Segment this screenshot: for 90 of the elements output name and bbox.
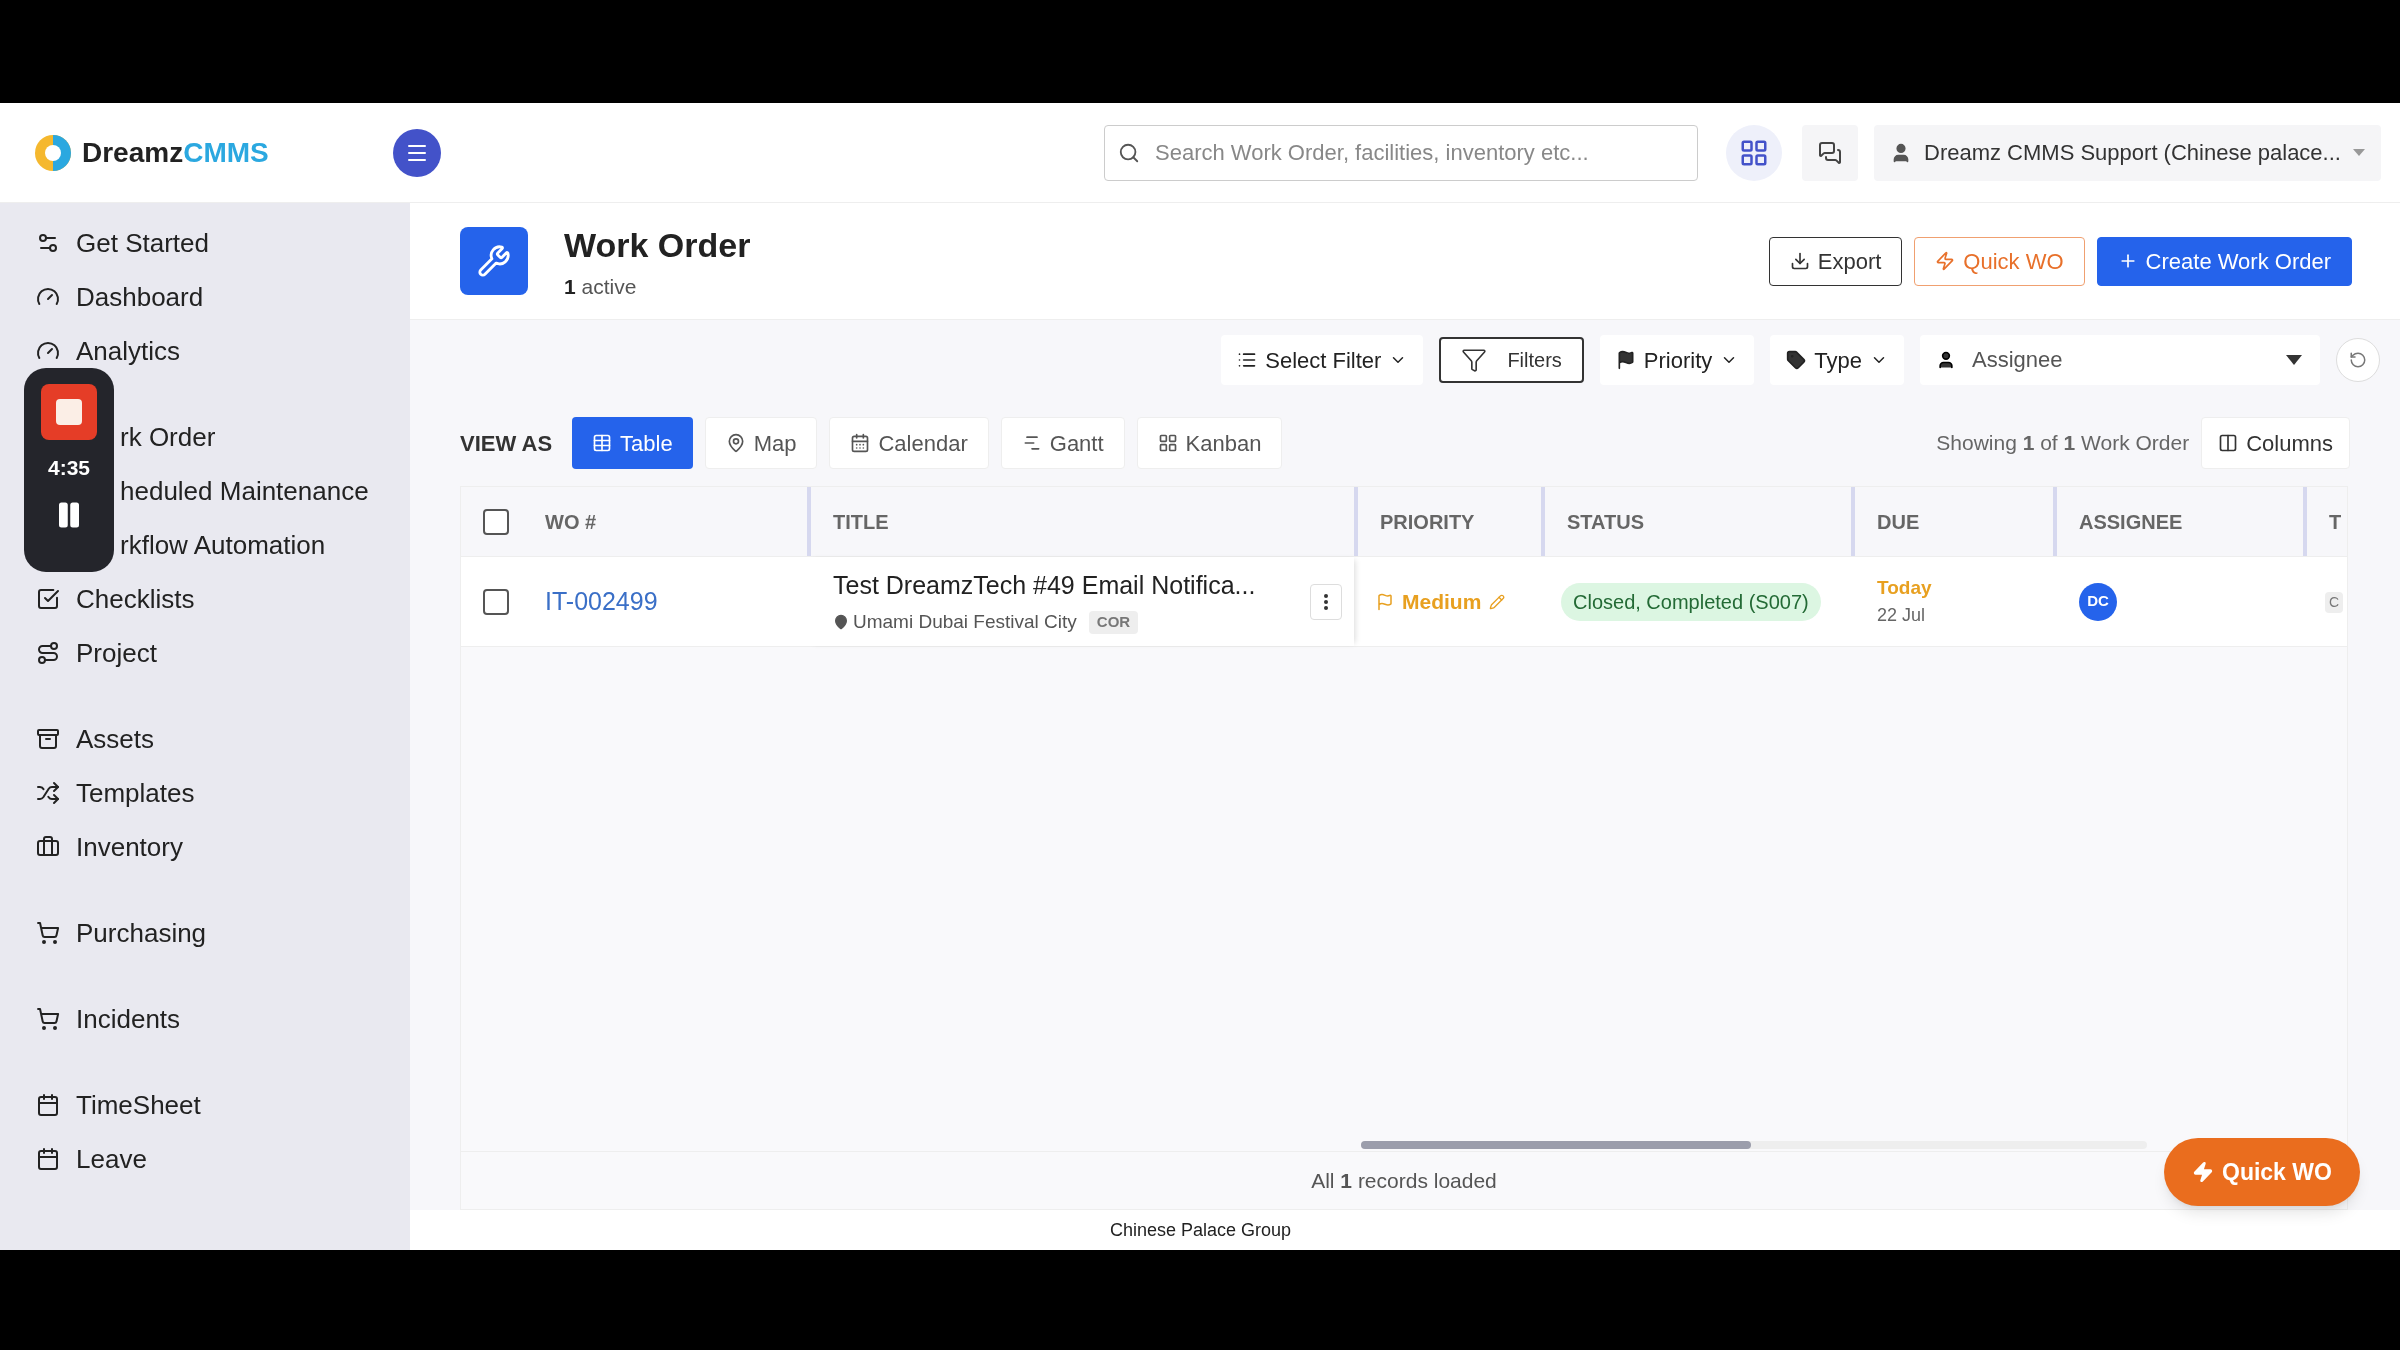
sidebar-item[interactable]: Analytics bbox=[36, 334, 181, 368]
assignee-dropdown[interactable]: Assignee bbox=[1920, 335, 2320, 385]
flag-icon bbox=[1376, 592, 1394, 611]
cart-icon bbox=[36, 1007, 60, 1031]
chat-icon bbox=[1818, 140, 1842, 165]
calendar-icon bbox=[850, 433, 871, 453]
lightning-icon bbox=[1935, 251, 1956, 271]
view-tab[interactable]: Gantt bbox=[1000, 417, 1125, 469]
company-name: Chinese Palace Group bbox=[1110, 1218, 1292, 1242]
caret-icon bbox=[2352, 149, 2365, 156]
column-header: ASSIGNEE bbox=[2079, 509, 2183, 535]
status-badge: Closed, Completed (S007) bbox=[1561, 582, 1821, 621]
sidebar-item[interactable]: Inventory bbox=[36, 830, 183, 864]
reset-button[interactable] bbox=[2336, 338, 2380, 382]
calendar-icon bbox=[36, 1147, 60, 1171]
sidebar-item[interactable]: Checklists bbox=[36, 582, 195, 616]
sidebar-item[interactable]: Dashboard bbox=[36, 280, 204, 314]
logo-text: DreamzCMMS bbox=[82, 135, 269, 170]
filter-icon bbox=[1461, 347, 1488, 373]
view-tab[interactable]: Kanban bbox=[1136, 417, 1283, 469]
row-menu-button[interactable] bbox=[1310, 583, 1342, 620]
column-header: TITLE bbox=[833, 509, 889, 535]
horizontal-scrollbar[interactable] bbox=[1361, 1141, 2147, 1149]
type-badge: C bbox=[2325, 591, 2344, 613]
wrench-icon bbox=[460, 227, 528, 295]
checkbox[interactable] bbox=[483, 508, 509, 535]
caret-icon bbox=[2286, 355, 2302, 365]
sidebar-item[interactable]: Project bbox=[36, 636, 157, 670]
assignee-avatar: DC bbox=[2079, 582, 2117, 621]
due-day: Today bbox=[1877, 573, 2053, 603]
tag-icon bbox=[1786, 350, 1807, 370]
view-as-label: VIEW AS bbox=[460, 429, 553, 458]
work-order-title: Test DreamzTech #49 Email Notifica... bbox=[833, 569, 1257, 601]
more-icon bbox=[1324, 593, 1328, 610]
page-title: Work Order bbox=[564, 224, 751, 266]
user-menu[interactable]: Dreamz CMMS Support (Chinese palace... bbox=[1874, 124, 2381, 181]
recording-time: 4:35 bbox=[48, 455, 90, 481]
columns-button[interactable]: Columns bbox=[2201, 417, 2350, 469]
sidebar-item[interactable]: Templates bbox=[36, 776, 195, 810]
sidebar-item[interactable]: heduled Maintenance bbox=[120, 474, 369, 508]
download-icon bbox=[1789, 251, 1810, 271]
user-icon bbox=[1936, 350, 1956, 370]
wo-number-link[interactable]: IT-002499 bbox=[545, 586, 658, 615]
checkbox[interactable] bbox=[483, 588, 509, 615]
select-filter-dropdown[interactable]: Select Filter bbox=[1221, 335, 1424, 385]
checkbox-icon bbox=[36, 587, 60, 611]
view-tab[interactable]: Table bbox=[572, 417, 693, 469]
page-action-button[interactable]: Create Work Order bbox=[2096, 236, 2352, 286]
briefcase-icon bbox=[36, 835, 60, 859]
column-header: DUE bbox=[1877, 509, 1920, 535]
page-action-button[interactable]: Export bbox=[1768, 236, 1903, 286]
due-date: 22 Jul bbox=[1877, 604, 1927, 628]
cart-icon bbox=[36, 921, 60, 945]
location-text: Umami Dubai Festival City bbox=[853, 610, 1077, 634]
search-field[interactable]: Search Work Order, facilities, inventory etc... bbox=[1104, 124, 1698, 181]
showing-count: Showing 1 of 1 Work Order bbox=[1936, 430, 2190, 457]
type-dropdown[interactable]: Type bbox=[1770, 335, 1904, 385]
location-tag: COR bbox=[1088, 611, 1139, 634]
lightning-icon bbox=[2192, 1161, 2214, 1183]
sidebar-item[interactable]: Purchasing bbox=[36, 916, 207, 950]
reset-icon bbox=[2349, 351, 2367, 369]
list-icon bbox=[1237, 350, 1258, 370]
sidebar-item[interactable]: TimeSheet bbox=[36, 1088, 201, 1122]
sidebar-item[interactable]: Get Started bbox=[36, 226, 209, 260]
calendar-icon bbox=[36, 1093, 60, 1117]
column-header: STATUS bbox=[1567, 509, 1645, 535]
view-tab[interactable]: Calendar bbox=[829, 417, 989, 469]
view-tab[interactable]: Map bbox=[704, 417, 818, 469]
chat-button[interactable] bbox=[1802, 124, 1858, 181]
priority-text: Medium bbox=[1402, 588, 1482, 615]
table-icon bbox=[592, 433, 613, 453]
archive-icon bbox=[36, 727, 60, 751]
priority-dropdown[interactable]: Priority bbox=[1599, 335, 1755, 385]
search-icon bbox=[1118, 141, 1140, 164]
sidebar-item[interactable]: Incidents bbox=[36, 1002, 181, 1036]
active-count: 1 active bbox=[564, 273, 638, 300]
column-header: WO # bbox=[545, 509, 597, 535]
sidebar-item[interactable]: rk Order bbox=[120, 420, 216, 454]
column-header: T bbox=[2329, 509, 2342, 535]
map-pin-icon bbox=[833, 614, 849, 631]
grid-icon bbox=[1157, 433, 1178, 453]
column-header: PRIORITY bbox=[1380, 509, 1475, 535]
shuffle-icon bbox=[36, 781, 60, 805]
sidebar-item[interactable]: rkflow Automation bbox=[120, 528, 326, 562]
stop-button[interactable] bbox=[41, 384, 97, 440]
sidebar-item[interactable]: Leave bbox=[36, 1142, 147, 1176]
records-loaded-text: All 1 records loaded bbox=[1311, 1167, 1497, 1194]
filters-button[interactable]: Filters bbox=[1439, 337, 1584, 383]
columns-icon bbox=[2218, 433, 2239, 453]
sidebar-item[interactable]: Assets bbox=[36, 722, 155, 756]
